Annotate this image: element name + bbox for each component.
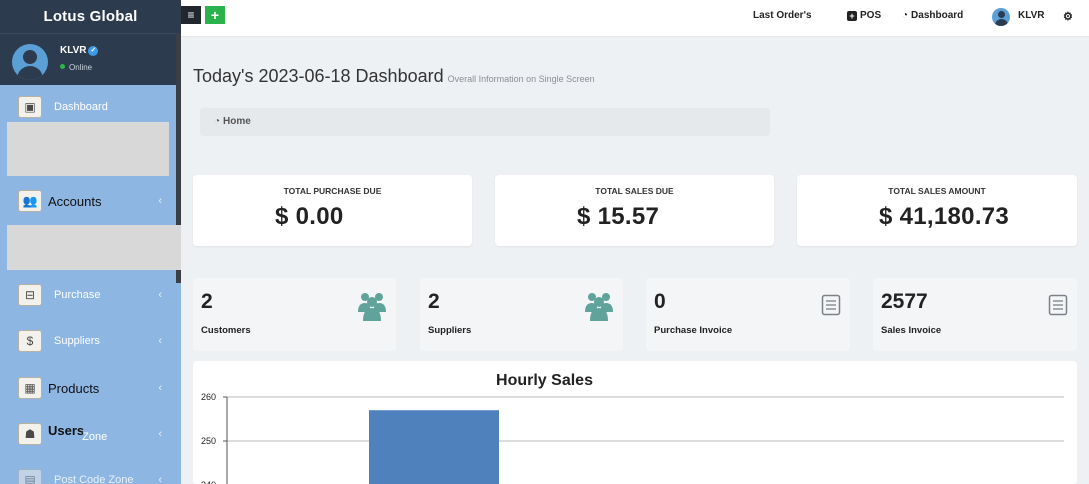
breadcrumb[interactable]: ◔ Home — [200, 108, 770, 136]
placeholder-block — [7, 225, 184, 270]
y-tick-label: 240 — [201, 480, 216, 484]
user-avatar[interactable] — [992, 8, 1010, 26]
verified-icon: ✓ — [88, 46, 99, 56]
y-tick-label: 250 — [201, 436, 216, 446]
user-status-text: Online — [69, 63, 93, 72]
sidebar-user-name: KLVR ✓ — [60, 45, 99, 56]
users-group-icon — [358, 293, 386, 321]
sidebar-item-purchase[interactable]: ⊟ Purchase ‹ — [0, 281, 176, 309]
sales-invoice-stat[interactable]: 2577 Sales Invoice — [873, 278, 1077, 351]
overlap-zone-text: Zone — [82, 431, 108, 443]
sidebar-item-accounts[interactable]: 👥 Accounts ‹ — [0, 186, 176, 216]
card-value: $ 41,180.73 — [879, 203, 1010, 230]
sidebar-item-users[interactable]: ☗ Users Zone ‹ — [0, 420, 176, 448]
users-icon: 👥 — [18, 190, 42, 212]
sidebar-item-label: Dashboard — [54, 101, 108, 113]
app-root: Lotus Global KLVR ✓ Online ▣ Dashboard 👥 … — [0, 0, 1089, 484]
purchase-invoice-stat[interactable]: 0 Purchase Invoice — [646, 278, 850, 351]
sidebar-item-label: Users — [48, 422, 85, 438]
stat-label: Suppliers — [428, 325, 472, 336]
total-sales-amount-card: TOTAL SALES AMOUNT $ 41,180.73 — [797, 175, 1077, 246]
brand-logo[interactable]: Lotus Global — [0, 0, 181, 33]
menu-toggle-button[interactable]: ≡ — [181, 6, 201, 24]
basket-icon: ⊟ — [18, 284, 42, 306]
last-orders-link[interactable]: Last Order's — [753, 10, 812, 21]
sidebar-item-label: Purchase — [54, 289, 101, 301]
supplier-icon: $ — [18, 330, 42, 352]
card-label: TOTAL PURCHASE DUE — [283, 186, 382, 196]
stat-label: Sales Invoice — [881, 325, 942, 336]
pos-link[interactable]: + POS — [847, 10, 881, 21]
chevron-left-icon: ‹ — [158, 428, 162, 440]
card-value: $ 15.57 — [577, 203, 660, 230]
chevron-left-icon: ‹ — [158, 474, 162, 484]
stat-number: 2 — [201, 290, 213, 313]
page-title: Today's 2023-06-18 Dashboard Overall Info… — [193, 66, 595, 87]
user-status: Online — [60, 63, 92, 72]
hourly-sales-chart: 260 250 240 — [201, 392, 1064, 484]
stat-label: Purchase Invoice — [654, 325, 733, 336]
avatar — [12, 44, 48, 80]
settings-gears-icon[interactable]: ⚙ — [1063, 10, 1073, 23]
dashboard-gauge-icon: ◔ — [214, 116, 221, 127]
user-menu[interactable]: KLVR — [1018, 10, 1044, 21]
chevron-left-icon: ‹ — [158, 195, 162, 207]
page-title-text: Today's 2023-06-18 Dashboard — [193, 66, 444, 86]
sidebar-item-post-code-zone[interactable]: ▤ Post Code Zone ‹ — [0, 466, 176, 484]
document-icon — [821, 294, 841, 316]
y-tick-label: 260 — [201, 392, 216, 402]
sales-bar[interactable] — [369, 410, 499, 484]
total-purchase-due-card: TOTAL PURCHASE DUE $ 0.00 — [193, 175, 472, 246]
total-sales-due-card: TOTAL SALES DUE $ 15.57 — [495, 175, 774, 246]
user-panel: KLVR ✓ Online — [0, 33, 181, 85]
dashboard-link[interactable]: ◔ Dashboard — [902, 10, 963, 21]
stat-number: 2577 — [881, 290, 928, 313]
plus-square-icon: + — [847, 11, 857, 21]
stat-label: Customers — [201, 325, 251, 336]
user-zone-icon: ☗ — [18, 423, 42, 445]
breadcrumb-home: Home — [223, 116, 251, 127]
card-label: TOTAL SALES AMOUNT — [888, 186, 986, 196]
placeholder-block — [7, 122, 169, 176]
pos-label: POS — [860, 10, 882, 21]
sidebar-item-label: Post Code Zone — [54, 474, 134, 484]
dashboard-label: Dashboard — [911, 10, 964, 21]
users-group-icon — [585, 293, 613, 321]
user-name-text: KLVR — [60, 45, 87, 56]
online-dot-icon — [60, 64, 65, 69]
chevron-left-icon: ‹ — [158, 335, 162, 347]
dashboard-gauge-icon: ◔ — [902, 10, 909, 21]
add-button[interactable]: + — [205, 6, 225, 24]
monitor-icon: ▣ — [18, 96, 42, 118]
sidebar-item-label: Suppliers — [54, 335, 100, 347]
sidebar-item-suppliers[interactable]: $ Suppliers ‹ — [0, 327, 176, 355]
stat-number: 2 — [428, 290, 440, 313]
card-label: TOTAL SALES DUE — [595, 186, 674, 196]
postcode-icon: ▤ — [18, 469, 42, 484]
sidebar-item-label: Accounts — [48, 193, 102, 209]
page-subtitle: Overall Information on Single Screen — [447, 74, 595, 84]
stat-number: 0 — [654, 290, 666, 313]
sidebar-item-dashboard[interactable]: ▣ Dashboard — [0, 89, 176, 125]
chevron-left-icon: ‹ — [158, 289, 162, 301]
card-value: $ 0.00 — [275, 203, 344, 230]
suppliers-stat[interactable]: 2 Suppliers — [420, 278, 623, 351]
document-icon — [1048, 294, 1068, 316]
customers-stat[interactable]: 2 Customers — [193, 278, 396, 351]
